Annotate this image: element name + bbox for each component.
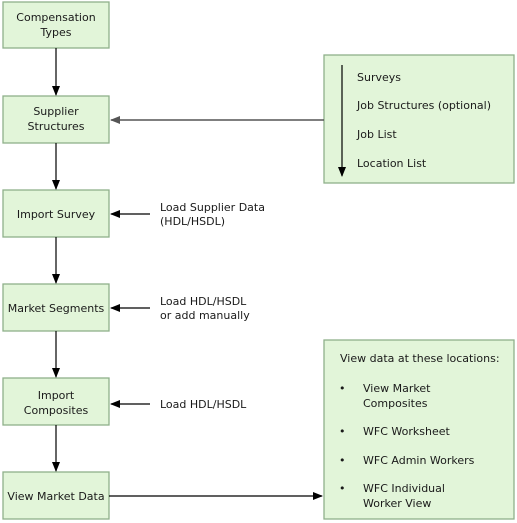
side-note-load-supplier-data: Load Supplier Data (HDL/HSDL) — [110, 201, 265, 228]
input-item: Job List — [356, 128, 397, 141]
step-label: Import — [38, 389, 75, 402]
note-text: (HDL/HSDL) — [160, 215, 225, 228]
svg-text:WFC Individual: WFC Individual — [363, 482, 445, 495]
svg-text:•: • — [339, 425, 346, 438]
svg-text:WFC Admin Workers: WFC Admin Workers — [363, 454, 475, 467]
input-item: Job Structures (optional) — [356, 99, 491, 112]
step-view-market-data: View Market Data — [2, 471, 110, 520]
note-text: Load HDL/HSDL — [160, 295, 247, 308]
compensation-flow-diagram: Compensation Types Supplier Structures I… — [2, 1, 515, 520]
svg-text:Worker View: Worker View — [363, 497, 431, 510]
step-label: Types — [40, 26, 72, 39]
supplier-inputs-box: Surveys Job Structures (optional) Job Li… — [323, 54, 515, 184]
svg-text:View Market: View Market — [363, 382, 431, 395]
step-import-survey: Import Survey — [2, 189, 110, 238]
svg-text:•: • — [339, 482, 346, 495]
step-label: Composites — [24, 404, 89, 417]
step-compensation-types: Compensation Types — [2, 1, 110, 49]
step-label: Compensation — [16, 11, 95, 24]
step-import-composites: Import Composites — [2, 377, 110, 426]
step-label: Market Segments — [8, 302, 105, 315]
view-locations-box: View data at these locations: • View Mar… — [323, 339, 515, 520]
side-note-market-segments: Load HDL/HSDL or add manually — [110, 295, 250, 322]
svg-text:WFC Worksheet: WFC Worksheet — [363, 425, 450, 438]
view-locations-heading: View data at these locations: — [340, 352, 500, 365]
step-label: Structures — [28, 120, 85, 133]
svg-text:•: • — [339, 382, 346, 395]
note-text: Load HDL/HSDL — [160, 398, 247, 411]
step-label: View Market Data — [7, 490, 104, 503]
note-text: or add manually — [160, 309, 250, 322]
step-label: Supplier — [33, 105, 79, 118]
svg-text:Composites: Composites — [363, 397, 428, 410]
note-text: Load Supplier Data — [160, 201, 265, 214]
step-supplier-structures: Supplier Structures — [2, 95, 110, 144]
side-note-import-composites: Load HDL/HSDL — [110, 398, 247, 411]
input-item: Location List — [357, 157, 427, 170]
step-market-segments: Market Segments — [2, 283, 110, 332]
step-label: Import Survey — [17, 208, 96, 221]
input-item: Surveys — [357, 71, 401, 84]
svg-text:•: • — [339, 454, 346, 467]
